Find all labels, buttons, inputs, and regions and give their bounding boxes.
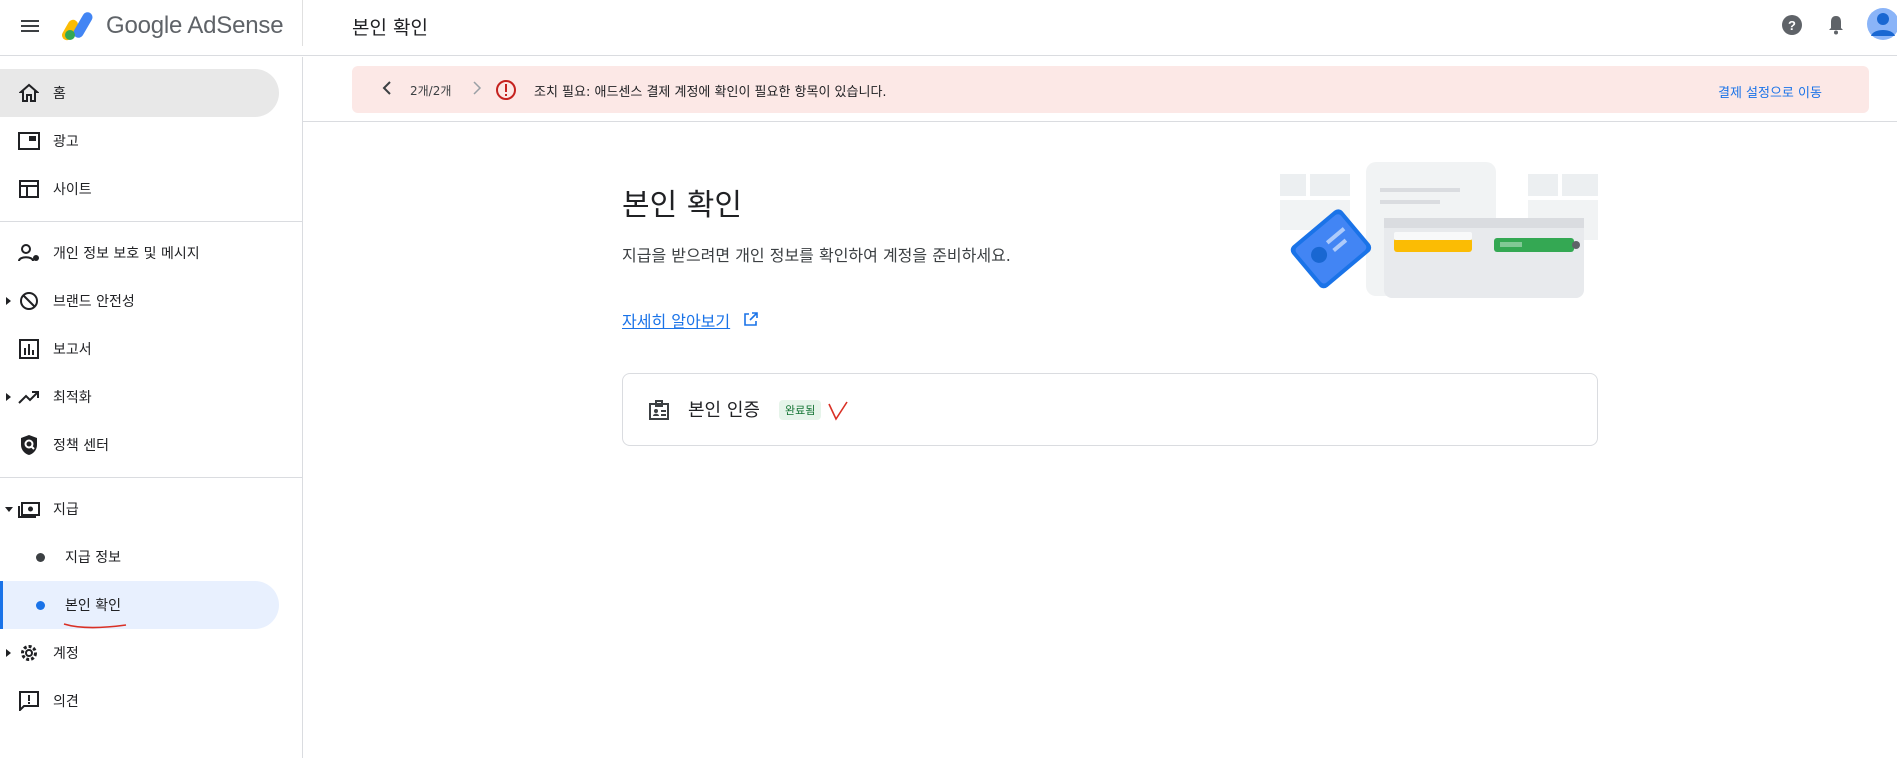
card-title: 본인 인증 <box>688 400 760 421</box>
sidebar-item-privacy[interactable]: 개인 정보 보호 및 메시지 <box>0 229 279 277</box>
sidebar-item-payments[interactable]: 지급 <box>0 485 279 533</box>
policy-shield-icon <box>18 434 40 456</box>
bullet-icon <box>36 553 45 562</box>
id-card-icon <box>648 399 670 421</box>
page-title: 본인 확인 <box>352 17 428 39</box>
payments-icon <box>18 498 40 520</box>
sidebar-item-home[interactable]: 홈 <box>0 69 279 117</box>
banner-message: 조치 필요: 애드센스 결제 계정에 확인이 필요한 항목이 있습니다. <box>534 85 887 100</box>
sidebar-item-brand-safety[interactable]: 브랜드 안전성 <box>0 277 279 325</box>
alert-banner: 2개/2개 조치 필요: 애드센스 결제 계정에 확인이 필요한 항목이 있습니… <box>352 66 1869 113</box>
banner-area: 2개/2개 조치 필요: 애드센스 결제 계정에 확인이 필요한 항목이 있습니… <box>303 57 1897 122</box>
sites-icon <box>18 178 40 200</box>
brand-name: Google AdSense <box>106 12 284 39</box>
sidebar-item-label: 의견 <box>53 694 79 710</box>
sidebar-item-ads[interactable]: 광고 <box>0 117 279 165</box>
main-description: 지급을 받으려면 개인 정보를 확인하여 계정을 준비하세요. <box>622 246 1011 265</box>
sidebar-item-policy-center[interactable]: 정책 센터 <box>0 421 279 469</box>
home-icon <box>18 82 40 104</box>
sidebar-item-label: 최적화 <box>53 390 92 406</box>
account-avatar[interactable] <box>1863 6 1897 42</box>
sidebar-item-label: 본인 확인 <box>65 598 121 614</box>
identity-verification-card[interactable]: 본인 인증 완료됨 <box>622 373 1598 446</box>
external-link-icon[interactable] <box>743 311 759 327</box>
sidebar-item-label: 계정 <box>53 646 79 662</box>
sidebar-item-identity-verification[interactable]: 본인 확인 <box>0 581 279 629</box>
expand-caret-icon <box>6 297 11 305</box>
go-to-payment-settings-link[interactable]: 결제 설정으로 이동 <box>1718 82 1822 101</box>
help-icon[interactable]: ? <box>1780 13 1804 37</box>
banner-counter: 2개/2개 <box>410 84 452 98</box>
sidebar-item-label: 보고서 <box>53 342 92 358</box>
sidebar-item-reports[interactable]: 보고서 <box>0 325 279 373</box>
notifications-icon[interactable] <box>1824 13 1848 37</box>
sidebar-item-label: 지급 정보 <box>65 550 121 566</box>
sidebar-item-label: 광고 <box>53 134 79 150</box>
sidebar-item-label: 지급 <box>53 502 79 518</box>
expand-caret-icon <box>6 649 11 657</box>
wallet-illustration <box>1280 162 1598 298</box>
sidebar-item-feedback[interactable]: 의견 <box>0 677 279 725</box>
sidebar-item-label: 사이트 <box>53 182 92 198</box>
annotation-underline <box>63 623 127 629</box>
sidebar-item-account[interactable]: 계정 <box>0 629 279 677</box>
sidebar-item-sites[interactable]: 사이트 <box>0 165 279 213</box>
chevron-left-icon[interactable] <box>382 81 392 99</box>
header-divider <box>302 0 303 46</box>
collapse-caret-icon <box>5 506 13 512</box>
sidebar-item-label: 정책 센터 <box>53 438 109 454</box>
reports-icon <box>18 338 40 360</box>
expand-caret-icon <box>6 393 11 401</box>
block-icon <box>18 290 40 312</box>
error-icon <box>495 79 517 101</box>
learn-more-link[interactable]: 자세히 알아보기 <box>622 308 730 332</box>
handwritten-check-mark <box>828 401 848 421</box>
ads-icon <box>18 130 40 152</box>
privacy-icon <box>18 242 40 264</box>
sidebar-divider <box>0 477 303 478</box>
sidebar-item-label: 브랜드 안전성 <box>53 294 135 310</box>
feedback-icon <box>18 690 40 712</box>
menu-icon[interactable] <box>18 14 42 38</box>
sidebar: 홈 광고 사이트 개인 정보 보호 및 메시지 브랜드 안전성 보고서 최적화 … <box>0 57 303 758</box>
sidebar-item-payment-info[interactable]: 지급 정보 <box>0 533 279 581</box>
chevron-right-icon[interactable] <box>472 81 482 99</box>
sidebar-item-optimization[interactable]: 최적화 <box>0 373 279 421</box>
trending-icon <box>18 386 40 408</box>
main-title: 본인 확인 <box>622 188 742 223</box>
gear-icon <box>18 642 40 664</box>
top-app-bar: Google AdSense 본인 확인 ? <box>0 0 1897 56</box>
svg-text:?: ? <box>1788 18 1796 33</box>
sidebar-item-label: 홈 <box>53 86 66 102</box>
adsense-logo-icon <box>62 9 98 41</box>
bullet-icon <box>36 601 45 610</box>
sidebar-item-label: 개인 정보 보호 및 메시지 <box>53 246 200 262</box>
status-badge: 완료됨 <box>779 400 822 420</box>
sidebar-divider <box>0 221 303 222</box>
